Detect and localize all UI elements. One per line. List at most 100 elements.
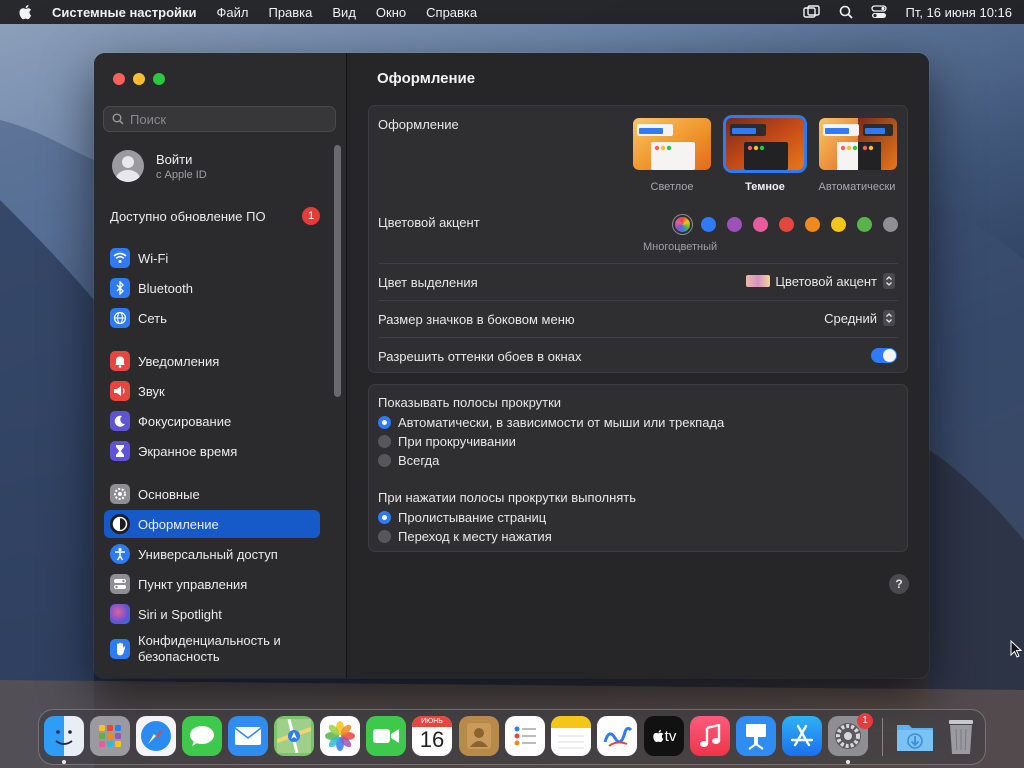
menu-edit[interactable]: Правка: [268, 5, 312, 20]
zoom-button[interactable]: [153, 73, 165, 85]
account-name: Войти: [156, 151, 193, 167]
accent-graphite-swatch[interactable]: [883, 217, 898, 232]
menu-help[interactable]: Справка: [426, 5, 477, 20]
messages-icon[interactable]: [182, 716, 222, 756]
sidebar-item-network[interactable]: Сеть: [104, 304, 320, 332]
freeform-icon[interactable]: [597, 716, 637, 756]
apple-tv-icon[interactable]: tv: [644, 716, 684, 756]
accent-orange-swatch[interactable]: [805, 217, 820, 232]
sidebar-icon-size-popup[interactable]: Средний: [824, 310, 895, 326]
sidebar-item-label: Универсальный доступ: [138, 546, 278, 562]
sidebar-item-general[interactable]: Основные: [104, 480, 320, 508]
siri-icon: [110, 604, 130, 624]
contacts-icon[interactable]: [459, 716, 499, 756]
sidebar-item-control-center[interactable]: Пункт управления: [104, 570, 320, 598]
maps-icon[interactable]: [274, 716, 314, 756]
accent-purple-swatch[interactable]: [727, 217, 742, 232]
apple-menu-icon[interactable]: [18, 4, 32, 20]
sidebar-item-siri-spotlight[interactable]: Siri и Spotlight: [104, 600, 320, 628]
radio-button[interactable]: [378, 435, 391, 448]
sidebar-scrollbar[interactable]: [334, 145, 341, 397]
scrollbars-option-always[interactable]: Всегда: [378, 453, 439, 468]
highlight-value: Цветовой акцент: [775, 273, 877, 289]
menu-clock[interactable]: Пт, 16 июня 10:16: [905, 5, 1012, 20]
sidebar-item-accessibility[interactable]: Универсальный доступ: [104, 540, 320, 568]
update-badge: 1: [302, 207, 320, 225]
accent-pink-swatch[interactable]: [753, 217, 768, 232]
reminders-icon[interactable]: [505, 716, 545, 756]
spotlight-search-icon[interactable]: [839, 5, 854, 19]
speaker-icon: [110, 381, 130, 401]
settings-window: Поиск Войти с Apple ID Доступно обновлен…: [94, 53, 929, 678]
minimize-button[interactable]: [133, 73, 145, 85]
window-controls: [113, 73, 165, 85]
radio-label: Всегда: [398, 453, 440, 468]
sidebar-item-sound[interactable]: Звук: [104, 377, 320, 405]
settings-badge: 1: [857, 713, 873, 729]
wallpaper-tint-label: Разрешить оттенки обоев в окнах: [378, 349, 582, 364]
app-store-icon[interactable]: [782, 716, 822, 756]
accent-blue-swatch[interactable]: [701, 217, 716, 232]
sidebar-item-label: Фокусирование: [138, 413, 232, 429]
chevron-updown-icon: [883, 273, 895, 289]
sidebar-item-screen-time[interactable]: Экранное время: [104, 437, 320, 465]
keynote-icon[interactable]: [736, 716, 776, 756]
facetime-icon[interactable]: [366, 716, 406, 756]
apple-id-signin[interactable]: Войти с Apple ID: [112, 150, 207, 182]
click-option-next-page[interactable]: Пролистывание страниц: [378, 510, 546, 525]
highlight-color-popup[interactable]: Цветовой акцент: [746, 273, 895, 289]
sidebar-item-appearance[interactable]: Оформление: [104, 510, 320, 538]
sidebar-item-label: Уведомления: [138, 353, 220, 369]
sidebar-item-label: Звук: [138, 383, 165, 399]
sidebar-item-focus[interactable]: Фокусирование: [104, 407, 320, 435]
sidebar-icon-size-label: Размер значков в боковом меню: [378, 312, 575, 327]
sidebar-item-notifications[interactable]: Уведомления: [104, 347, 320, 375]
downloads-folder-icon[interactable]: [895, 716, 935, 756]
wallpaper-tint-toggle[interactable]: [871, 348, 897, 363]
appearance-icon: [110, 514, 130, 534]
appearance-option-light[interactable]: [633, 118, 711, 170]
search-field[interactable]: Поиск: [103, 106, 336, 132]
music-icon[interactable]: [690, 716, 730, 756]
radio-button[interactable]: [378, 416, 391, 429]
scrollbars-option-auto[interactable]: Автоматически, в зависимости от мыши или…: [378, 415, 724, 430]
trash-icon[interactable]: [941, 716, 981, 756]
appearance-label: Оформление: [378, 117, 459, 132]
notes-icon[interactable]: [551, 716, 591, 756]
appearance-option-dark[interactable]: [726, 118, 804, 170]
menu-window[interactable]: Окно: [376, 5, 406, 20]
software-update-item[interactable]: Доступно обновление ПО 1: [110, 207, 320, 225]
screen-mirroring-icon[interactable]: [803, 5, 821, 19]
accessibility-icon: [110, 544, 130, 564]
tv-label: tv: [664, 727, 677, 745]
radio-button[interactable]: [378, 454, 391, 467]
close-button[interactable]: [113, 73, 125, 85]
accent-yellow-swatch[interactable]: [831, 217, 846, 232]
sidebar-item-privacy[interactable]: Конфиденциальность и безопасность: [104, 631, 320, 667]
photos-icon[interactable]: [320, 716, 360, 756]
sidebar-item-wifi[interactable]: Wi-Fi: [104, 244, 320, 272]
radio-button[interactable]: [378, 530, 391, 543]
menu-app-name[interactable]: Системные настройки: [52, 5, 197, 20]
sidebar-item-bluetooth[interactable]: Bluetooth: [104, 274, 320, 302]
dock: ИЮНЬ 16 tv 1: [38, 709, 986, 765]
accent-green-swatch[interactable]: [857, 217, 872, 232]
accent-multicolor-swatch[interactable]: [675, 217, 690, 232]
mail-icon[interactable]: [228, 716, 268, 756]
scrollbars-option-scrolling[interactable]: При прокручивании: [378, 434, 516, 449]
finder-icon[interactable]: [44, 716, 84, 756]
control-center-menu-icon[interactable]: [871, 5, 888, 19]
globe-icon: [110, 308, 130, 328]
dock-separator: [882, 718, 883, 756]
click-option-jump[interactable]: Переход к месту нажатия: [378, 529, 552, 544]
launchpad-icon[interactable]: [90, 716, 130, 756]
safari-icon[interactable]: [136, 716, 176, 756]
menu-file[interactable]: Файл: [217, 5, 249, 20]
accent-red-swatch[interactable]: [779, 217, 794, 232]
appearance-option-auto[interactable]: [819, 118, 897, 170]
radio-button[interactable]: [378, 511, 391, 524]
calendar-icon[interactable]: ИЮНЬ 16: [412, 716, 452, 756]
menu-view[interactable]: Вид: [332, 5, 356, 20]
sidebar-item-label: Bluetooth: [138, 280, 193, 296]
help-button[interactable]: ?: [889, 574, 909, 594]
